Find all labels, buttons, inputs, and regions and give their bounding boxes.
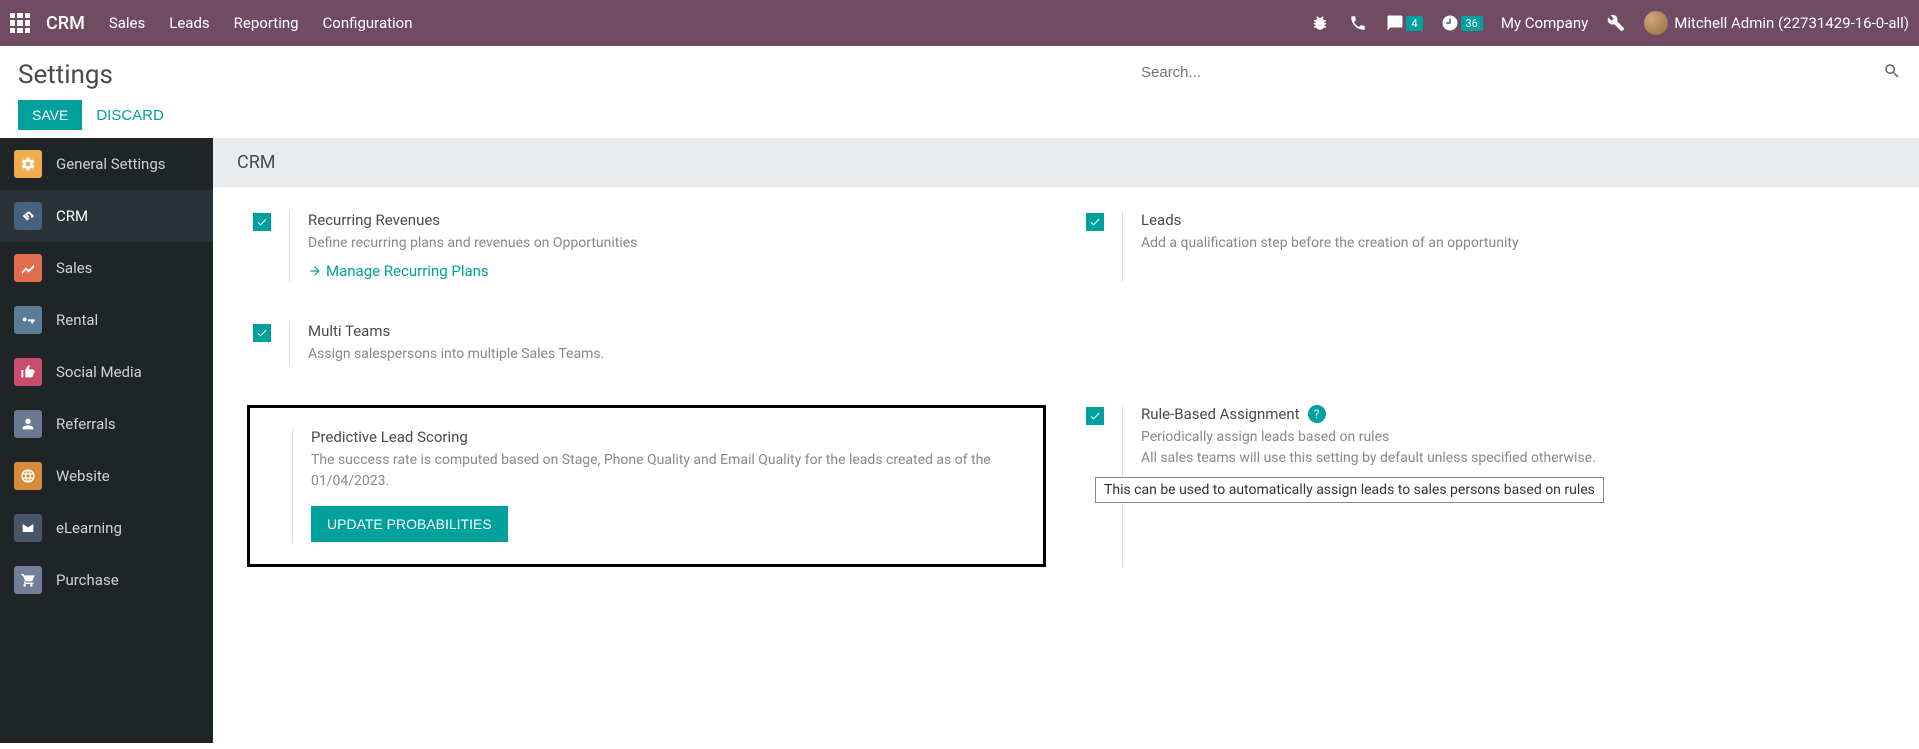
top-navbar: CRM Sales Leads Reporting Configuration … (0, 0, 1919, 46)
nav-links: Sales Leads Reporting Configuration (109, 14, 413, 32)
setting-title: Recurring Revenues (308, 211, 1046, 229)
sidebar-item-website[interactable]: Website (0, 450, 213, 502)
sidebar-item-sales[interactable]: Sales (0, 242, 213, 294)
checkbox-leads[interactable] (1086, 213, 1104, 231)
tools-icon[interactable] (1606, 13, 1626, 33)
nav-sales[interactable]: Sales (109, 14, 145, 32)
sidebar-item-elearning[interactable]: eLearning (0, 502, 213, 554)
setting-title: Multi Teams (308, 322, 1046, 340)
settings-main: CRM Recurring Revenues Define recurring … (213, 138, 1919, 743)
setting-desc: All sales teams will use this setting by… (1141, 448, 1879, 469)
sidebar-item-purchase[interactable]: Purchase (0, 554, 213, 606)
user-name: Mitchell Admin (22731429-16-0-all) (1674, 14, 1909, 32)
manage-recurring-plans-link[interactable]: Manage Recurring Plans (308, 262, 489, 280)
book-icon (14, 514, 42, 542)
help-icon[interactable]: ? (1308, 405, 1326, 423)
sidebar-item-general-settings[interactable]: General Settings (0, 138, 213, 190)
globe-icon (14, 462, 42, 490)
checkbox-multi-teams[interactable] (253, 324, 271, 342)
setting-title: Rule-Based Assignment ? (1141, 405, 1879, 423)
chart-icon (14, 254, 42, 282)
sidebar-item-rental[interactable]: Rental (0, 294, 213, 346)
sidebar-item-label: Social Media (56, 363, 142, 381)
sidebar-item-label: General Settings (56, 155, 166, 173)
save-button[interactable]: SAVE (18, 100, 82, 130)
settings-sidebar: General Settings CRM Sales Rental Social… (0, 138, 213, 743)
nav-configuration[interactable]: Configuration (323, 14, 413, 32)
checkbox-recurring[interactable] (253, 213, 271, 231)
setting-predictive-lead-scoring: Predictive Lead Scoring The success rate… (250, 428, 1025, 542)
setting-desc: Assign salespersons into multiple Sales … (308, 344, 1046, 365)
sidebar-item-crm[interactable]: CRM (0, 190, 213, 242)
topnav-right: 4 36 My Company Mitchell Admin (22731429… (1310, 11, 1909, 35)
search-input[interactable] (1141, 58, 1883, 87)
tooltip: This can be used to automatically assign… (1095, 477, 1604, 503)
search-icon[interactable] (1883, 62, 1901, 84)
setting-desc: Periodically assign leads based on rules (1141, 427, 1879, 448)
nav-leads[interactable]: Leads (169, 14, 209, 32)
sidebar-item-label: Website (56, 467, 110, 485)
thumbs-up-icon (14, 358, 42, 386)
setting-rule-based-assignment: Rule-Based Assignment ? Periodically ass… (1086, 405, 1879, 567)
user-menu[interactable]: Mitchell Admin (22731429-16-0-all) (1644, 11, 1909, 35)
company-selector[interactable]: My Company (1501, 14, 1588, 32)
search-bar (1141, 58, 1901, 87)
apps-menu-icon[interactable] (10, 13, 30, 33)
sidebar-item-label: Sales (56, 259, 92, 277)
setting-desc: Define recurring plans and revenues on O… (308, 233, 1046, 254)
setting-multi-teams: Multi Teams Assign salespersons into mul… (253, 322, 1046, 365)
sidebar-item-social-media[interactable]: Social Media (0, 346, 213, 398)
cart-icon (14, 566, 42, 594)
highlighted-box: Predictive Lead Scoring The success rate… (247, 405, 1046, 567)
sidebar-item-referrals[interactable]: Referrals (0, 398, 213, 450)
sidebar-item-label: Referrals (56, 415, 116, 433)
setting-leads: Leads Add a qualification step before th… (1086, 211, 1879, 282)
setting-title: Predictive Lead Scoring (311, 428, 1025, 446)
checkbox-rule-based[interactable] (1086, 407, 1104, 425)
avatar (1644, 11, 1668, 35)
sidebar-item-label: CRM (56, 207, 88, 225)
app-brand[interactable]: CRM (46, 13, 85, 34)
sidebar-item-label: Rental (56, 311, 98, 329)
nav-reporting[interactable]: Reporting (234, 14, 299, 32)
setting-desc: The success rate is computed based on St… (311, 450, 1025, 492)
gear-icon (14, 150, 42, 178)
key-icon (14, 306, 42, 334)
setting-title: Leads (1141, 211, 1879, 229)
phone-icon[interactable] (1348, 13, 1368, 33)
debug-icon[interactable] (1310, 13, 1330, 33)
setting-desc: Add a qualification step before the crea… (1141, 233, 1879, 254)
chat-button[interactable]: 4 (1386, 14, 1422, 32)
activities-button[interactable]: 36 (1441, 14, 1483, 32)
discard-button[interactable]: DISCARD (96, 107, 164, 124)
handshake-icon (14, 202, 42, 230)
update-probabilities-button[interactable]: UPDATE PROBABILITIES (311, 506, 508, 542)
activities-badge: 36 (1461, 16, 1483, 31)
sidebar-item-label: Purchase (56, 571, 119, 589)
section-header: CRM (213, 138, 1919, 187)
sidebar-item-label: eLearning (56, 519, 122, 537)
people-icon (14, 410, 42, 438)
setting-recurring-revenues: Recurring Revenues Define recurring plan… (253, 211, 1046, 282)
chat-badge: 4 (1406, 16, 1422, 31)
